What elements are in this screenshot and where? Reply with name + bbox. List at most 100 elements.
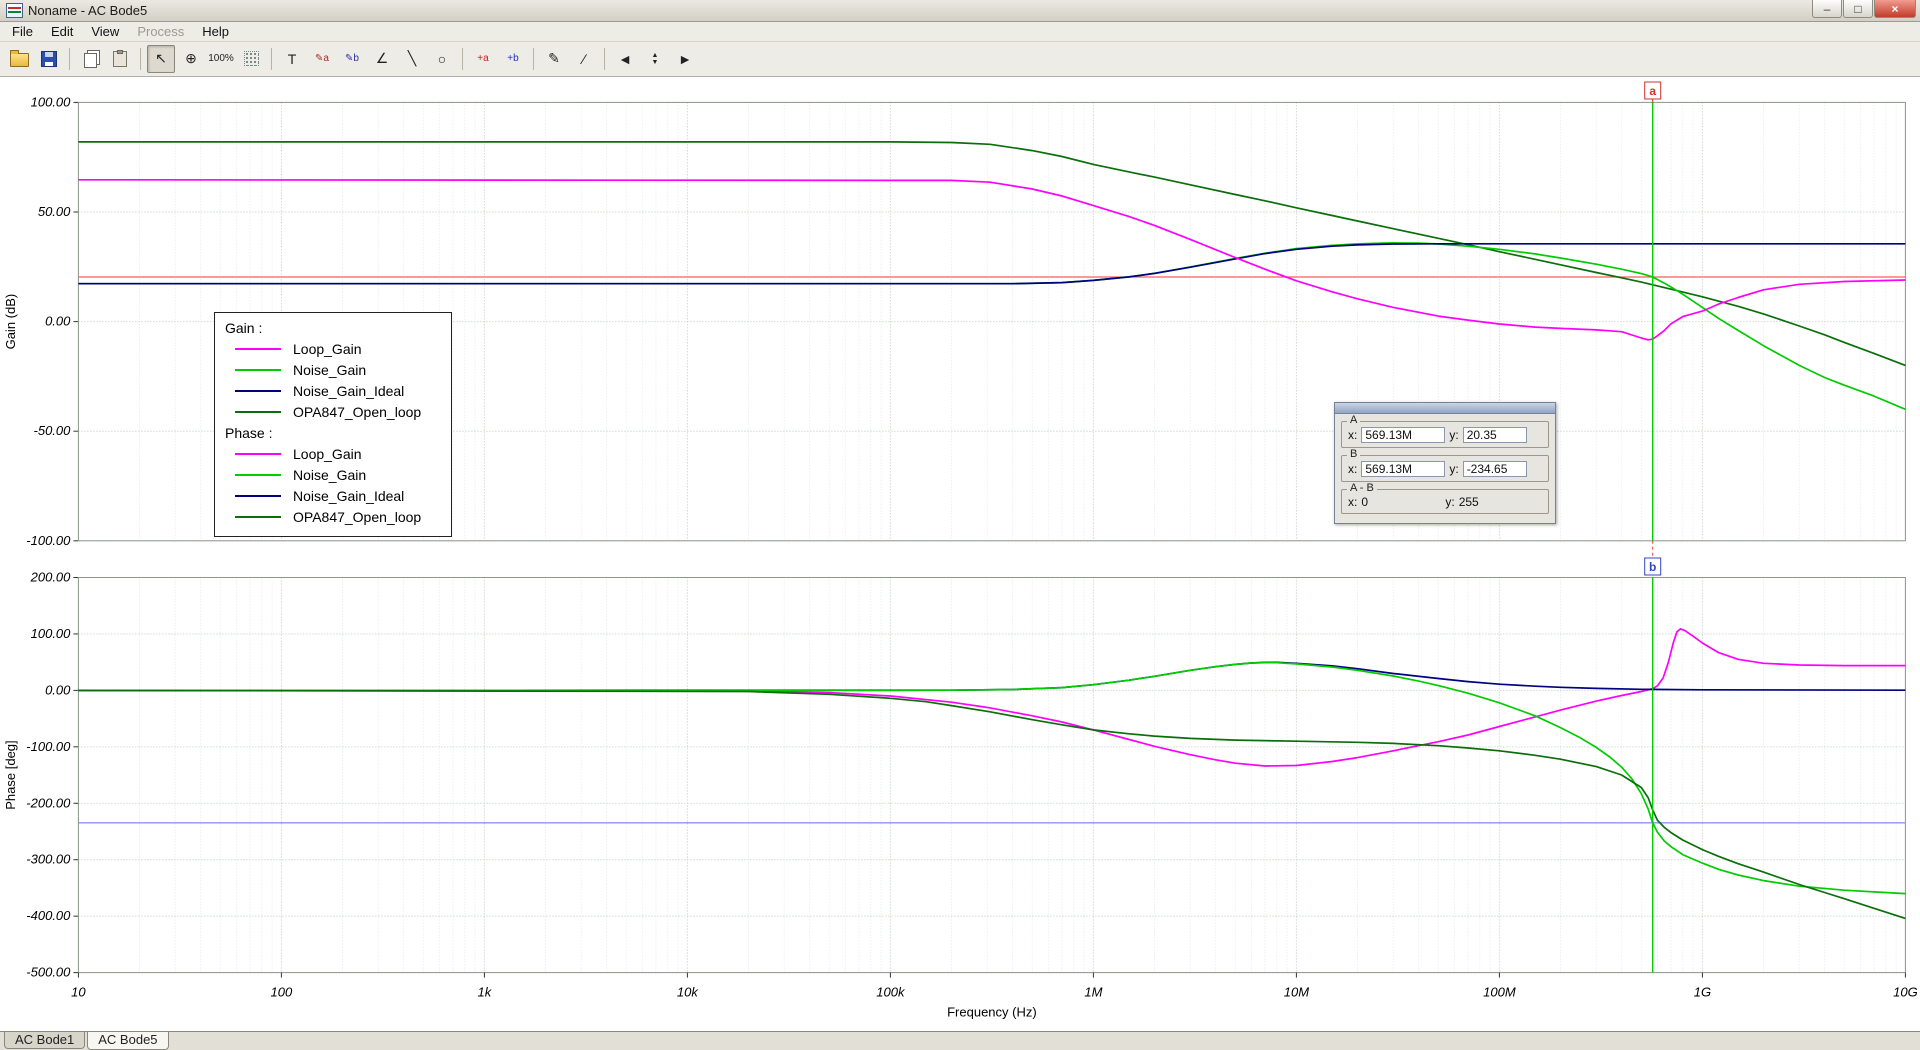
toolbar-separator [69, 47, 70, 70]
line-tool-button[interactable]: ╲ [398, 45, 426, 73]
y-axis-title: Gain (dB) [3, 294, 18, 350]
legend-line-sample [235, 453, 281, 456]
app-icon [6, 2, 23, 18]
angle-tool-button[interactable]: ∠ [368, 45, 396, 73]
cursor-ab-y-value: 255 [1458, 494, 1479, 509]
maximize-button[interactable]: □ [1843, 0, 1873, 18]
cursor-panel-grip[interactable] [1335, 402, 1555, 414]
menu-process[interactable]: Process [128, 23, 193, 40]
open-file-button[interactable] [5, 45, 33, 73]
close-button[interactable]: × [1874, 0, 1916, 18]
legend-entry-loop-gain-gain: Loop_Gain [225, 339, 443, 360]
curve-OPA847_Open_loop-phase [78, 689, 1906, 920]
curve-Noise_Gain_Ideal-gain [78, 242, 1906, 285]
save-floppy-icon [41, 50, 57, 67]
legend-entry-opa847-open-loop-phase: OPA847_Open_loop [225, 507, 443, 528]
legend-label: OPA847_Open_loop [293, 404, 422, 421]
ellipse-tool-button[interactable]: ○ [428, 45, 456, 73]
x-axis-title: Frequency (Hz) [947, 1004, 1037, 1019]
grid-settings-button[interactable] [237, 45, 265, 73]
cursor-readout-panel[interactable]: A x: 569.13M y: 20.35 B x: 569.13M y: -2… [1334, 401, 1556, 524]
slope-tool-button[interactable]: ∕ [570, 45, 598, 73]
text-tool-button[interactable]: T [278, 45, 306, 73]
cursor-b-flag[interactable]: b [1644, 557, 1662, 576]
y-tick-label: -400.00 [26, 908, 71, 923]
grid-phase [73, 576, 1906, 973]
cursor-a-x-label: x: [1348, 427, 1358, 442]
cursor-b-tool-button[interactable]: ✎b [338, 45, 366, 73]
x-tick-label: 10M [1284, 984, 1309, 999]
cursor-ab-y-label: y: [1445, 494, 1455, 509]
prev-curve-button[interactable]: ◄ [611, 45, 639, 73]
copy-button[interactable] [76, 45, 104, 73]
text-tool-button-icon: T [287, 50, 297, 67]
cursor-a-y-label: y: [1449, 427, 1459, 442]
x-tick-label: 10k [677, 984, 699, 999]
y-tick-label: -50.00 [34, 423, 72, 438]
cursor-a-y-field[interactable]: 20.35 [1462, 426, 1527, 443]
cursor-b-y-field[interactable]: -234.65 [1462, 460, 1527, 477]
x-tick-label: 100k [876, 984, 906, 999]
cursor-b-tool-button-icon: ✎b [345, 53, 359, 65]
bode-plot-canvas: 100.0050.000.00-50.00-100.00Gain (dB)200… [3, 81, 1918, 1019]
menu-view[interactable]: View [82, 23, 128, 40]
cursor-b-marker-button-icon: +b [507, 53, 519, 65]
y-tick-label: 100.00 [31, 626, 72, 641]
cursor-a-group-label: A [1347, 413, 1361, 427]
curves-phase [78, 627, 1906, 920]
legend-line-sample [235, 348, 281, 351]
cursor-a-marker-button[interactable]: +a [469, 45, 497, 73]
zoom-in-button[interactable]: ⊕ [177, 45, 205, 73]
x-tick-label: 10G [1893, 984, 1918, 999]
toolbar-separator [462, 47, 463, 70]
cursor-b-group-label: B [1347, 447, 1361, 461]
cursor-a-tool-button[interactable]: ✎a [308, 45, 336, 73]
cursor-ab-group-label: A - B [1347, 481, 1377, 495]
pointer-tool-button-icon: ↖ [155, 50, 167, 67]
legend-phase-header: Phase : [225, 424, 273, 441]
menu-edit[interactable]: Edit [42, 23, 82, 40]
paste-button[interactable] [106, 45, 134, 73]
cursor-b-x-field[interactable]: 569.13M [1361, 460, 1446, 477]
toolbar-separator [140, 47, 141, 70]
zoom-100-button[interactable]: 100% [207, 45, 235, 73]
cursor-b-marker-button[interactable]: +b [499, 45, 527, 73]
prev-curve-button-icon: ◄ [618, 50, 632, 67]
cursor-a-flag[interactable]: a [1644, 81, 1662, 103]
toolbar-separator [604, 47, 605, 70]
legend-line-sample [235, 390, 281, 393]
curve-spinner[interactable]: ▲ ▼ [641, 45, 669, 73]
line-tool-button-icon: ╲ [407, 50, 417, 67]
slope-tool-button-icon: ∕ [582, 50, 586, 67]
cursor-ab-x-value: 0 [1361, 494, 1369, 509]
minimize-button[interactable]: – [1812, 0, 1842, 18]
cursor-a-tool-button-icon: ✎a [315, 53, 329, 65]
legend-entry-noise-gain-ideal-phase: Noise_Gain_Ideal [225, 486, 443, 507]
legend-entry-noise-gain-ideal-gain: Noise_Gain_Ideal [225, 381, 443, 402]
chart-region: 100.00 50.00 0.00 -50.00 -100.00 Gain (dB) 200… [0, 76, 1920, 1031]
legend-box[interactable]: Gain : Loop_Gain Noise_Gain Noise_Gain_Idea… [214, 311, 452, 537]
y-tick-label: -300.00 [26, 852, 71, 867]
pointer-tool-button[interactable]: ↖ [147, 44, 175, 73]
save-file-button[interactable] [35, 45, 63, 73]
legend-label: OPA847_Open_loop [293, 509, 422, 526]
next-curve-button-icon: ► [678, 50, 692, 67]
menu-file[interactable]: File [3, 23, 42, 40]
copy-icon [83, 52, 97, 68]
annotation-pen-button[interactable]: ✎ [540, 45, 568, 73]
legend-line-sample [235, 369, 281, 372]
x-tick-label: 100M [1483, 984, 1516, 999]
x-tick-label: 100 [271, 984, 293, 999]
y-tick-label: -100.00 [26, 739, 71, 754]
next-curve-button[interactable]: ► [671, 45, 699, 73]
cursor-a-x-field[interactable]: 569.13M [1361, 426, 1446, 443]
legend-line-sample [235, 495, 281, 498]
tab-ac-bode5[interactable]: AC Bode5 [87, 1032, 169, 1050]
tab-ac-bode1[interactable]: AC Bode1 [4, 1032, 86, 1049]
legend-label: Noise_Gain [293, 467, 367, 484]
legend-label: Loop_Gain [293, 446, 362, 463]
app-window: Noname - AC Bode5 – □ × File Edit View Proc… [0, 0, 1920, 1050]
menu-help[interactable]: Help [193, 23, 238, 40]
svg-text:b: b [1649, 560, 1656, 574]
legend-entry-loop-gain-phase: Loop_Gain [225, 444, 443, 465]
